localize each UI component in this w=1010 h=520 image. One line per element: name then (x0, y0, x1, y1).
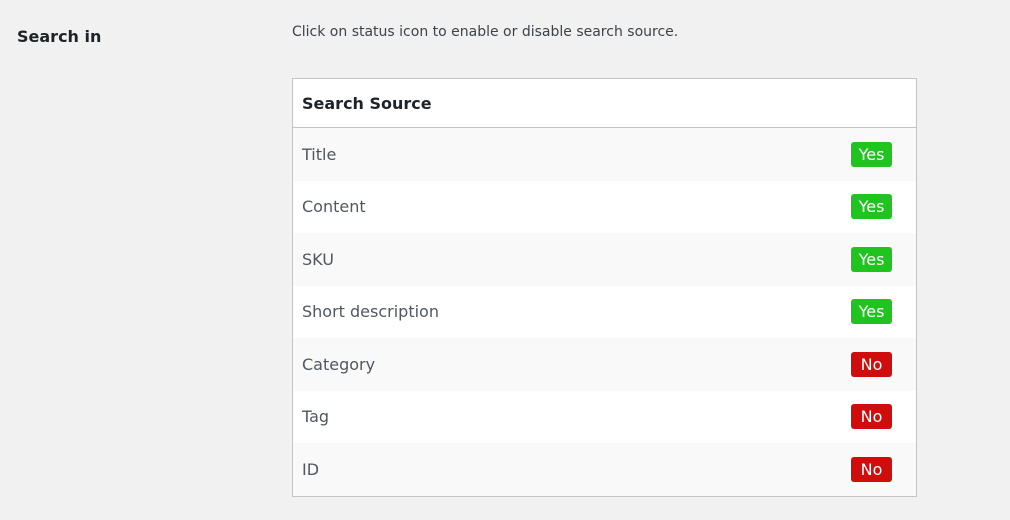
status-toggle-category[interactable]: No (851, 351, 892, 377)
status-toggle-content[interactable]: Yes (851, 194, 892, 220)
search-source-table: Search Source Title Yes Content Yes SKU … (292, 78, 917, 497)
table-row-short-description: Short description Yes (293, 285, 916, 338)
source-label: SKU (302, 249, 334, 269)
table-row-category: Category No (293, 338, 916, 391)
table-row-sku: SKU Yes (293, 233, 916, 286)
status-toggle-id[interactable]: No (851, 456, 892, 482)
status-toggle-title[interactable]: Yes (851, 141, 892, 167)
table-header: Search Source (293, 79, 916, 128)
source-label: Category (302, 354, 376, 374)
table-row-id: ID No (293, 443, 916, 496)
status-toggle-tag[interactable]: No (851, 404, 892, 430)
source-label: Content (302, 197, 366, 217)
status-toggle-short-description[interactable]: Yes (851, 299, 892, 325)
source-label: Tag (302, 407, 330, 427)
source-label: ID (302, 459, 320, 479)
table-row-content: Content Yes (293, 180, 916, 233)
status-toggle-sku[interactable]: Yes (851, 246, 892, 272)
table-row-title: Title Yes (293, 128, 916, 181)
table-body: Title Yes Content Yes SKU Yes Short desc… (293, 128, 916, 496)
field-label-search-in: Search in (17, 27, 102, 46)
source-label: Title (302, 144, 337, 164)
table-row-tag: Tag No (293, 390, 916, 443)
field-description: Click on status icon to enable or disabl… (292, 24, 679, 40)
source-label: Short description (302, 302, 439, 322)
